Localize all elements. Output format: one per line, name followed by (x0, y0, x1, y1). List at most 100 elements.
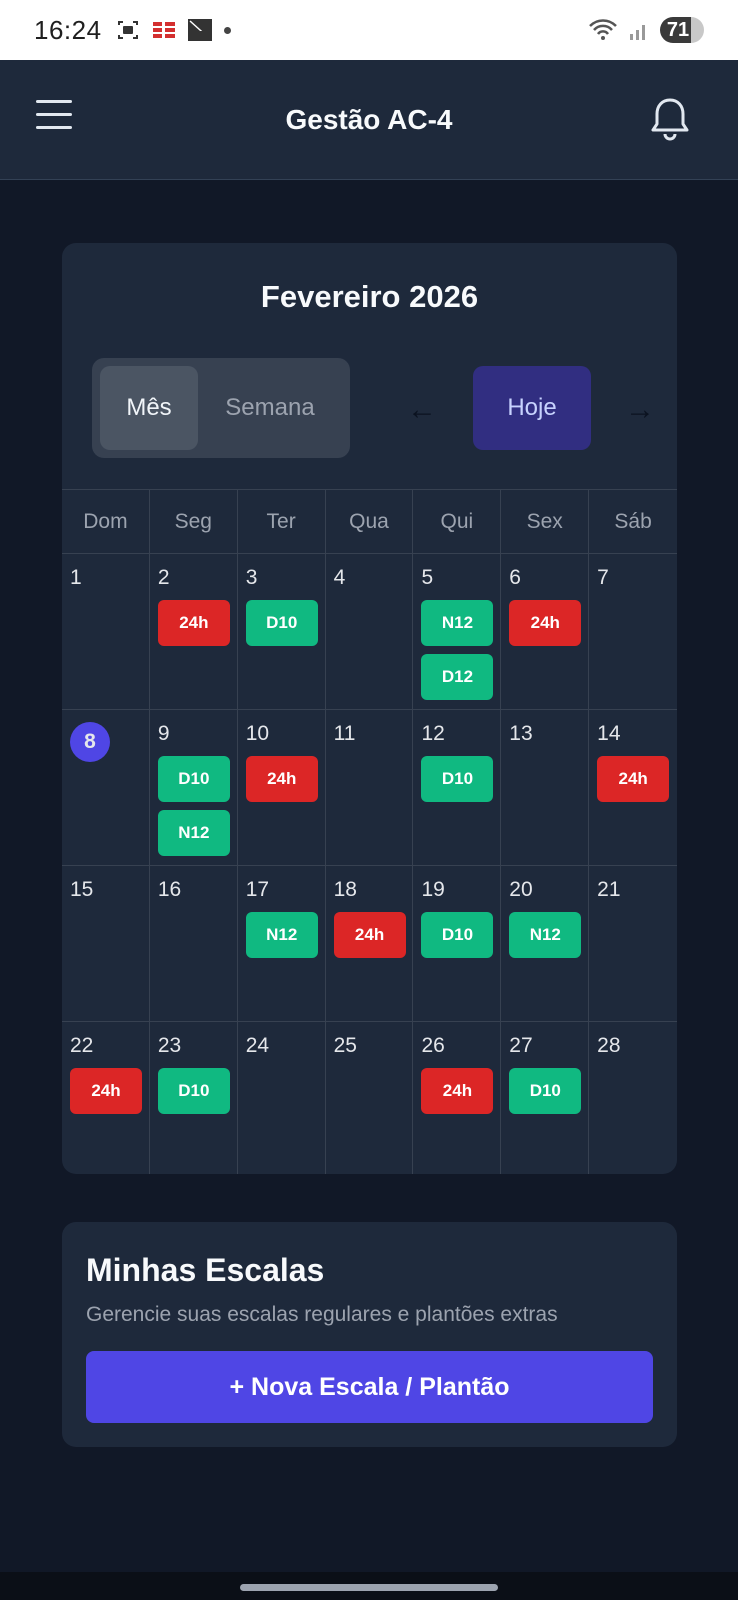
calendar-day-cell[interactable]: 1 (62, 554, 150, 709)
day-number: 17 (245, 878, 270, 901)
calendar-grid: Dom Seg Ter Qua Qui Sex Sáb 1 2 24h 3 D10 4 5 N12 D12 6… (62, 489, 677, 1174)
weekday-label: Sáb (614, 509, 652, 533)
calendar-day-cell[interactable]: 15 (62, 866, 150, 1021)
calendar-day-cell[interactable]: 27 D10 (501, 1022, 590, 1174)
shift-badge[interactable]: D10 (421, 756, 494, 802)
weekday-header: Dom Seg Ter Qua Qui Sex Sáb (62, 490, 677, 553)
calendar-day-cell[interactable]: 28 (589, 1022, 677, 1174)
day-number: 22 (70, 1034, 94, 1057)
status-notification-icons (116, 19, 231, 41)
calendar-day-cell[interactable]: 7 (589, 554, 677, 709)
day-number: 9 (157, 722, 170, 745)
shift-badge[interactable]: 24h (333, 912, 406, 958)
day-number: 26 (421, 1034, 445, 1057)
calendar-card: Fevereiro 2026 Mês Semana ← Hoje → Dom Se… (62, 243, 677, 1174)
shift-badge[interactable]: N12 (421, 600, 494, 646)
calendar-day-cell[interactable]: 21 (589, 866, 677, 1021)
weekday-label: Qua (326, 490, 414, 553)
shift-badge[interactable]: 24h (70, 1068, 142, 1114)
escalas-subtitle: Gerencie suas escalas regulares e plantõ… (86, 1303, 558, 1326)
day-number: 24 (245, 1034, 270, 1057)
day-number: 12 (421, 722, 445, 745)
shift-badge[interactable]: 24h (509, 600, 582, 646)
more-notifications-dot (223, 26, 231, 34)
day-number: 3 (245, 566, 258, 589)
today-day-number: 8 (70, 722, 110, 762)
day-number: 28 (597, 1034, 621, 1057)
calendar-weeks: 1 2 24h 3 D10 4 5 N12 D12 6 24h 7 8 9 D10 N12 10 24h 11 12 D… (62, 553, 677, 1174)
day-number: 27 (509, 1034, 533, 1057)
day-number: 7 (597, 566, 609, 589)
escalas-title: Minhas Escalas (86, 1252, 325, 1288)
calendar-day-cell[interactable]: 26 24h (413, 1022, 502, 1174)
calendar-day-cell[interactable]: 12 D10 (413, 710, 502, 865)
calendar-day-cell[interactable]: 17 N12 (238, 866, 326, 1021)
escalas-card: Minhas Escalas Gerencie suas escalas reg… (62, 1222, 677, 1447)
calendar-week-row: 1 2 24h 3 D10 4 5 N12 D12 6 24h 7 (62, 553, 677, 709)
prev-month-button[interactable]: ← (407, 393, 437, 427)
day-number: 19 (421, 878, 445, 901)
shift-badge[interactable]: 24h (421, 1068, 494, 1114)
calendar-day-cell[interactable]: 8 (62, 710, 150, 865)
shift-badge[interactable]: 24h (245, 756, 318, 802)
calendar-day-cell[interactable]: 6 24h (501, 554, 590, 709)
hamburger-menu-icon[interactable] (36, 100, 72, 136)
calendar-week-row: 8 9 D10 N12 10 24h 11 12 D10 13 14 24h (62, 709, 677, 865)
shift-badge[interactable]: 24h (597, 756, 670, 802)
calendar-day-cell[interactable]: 19 D10 (413, 866, 502, 1021)
weekday-label: Ter (238, 490, 326, 553)
day-number: 16 (157, 878, 182, 901)
month-title: Fevereiro 2026 (260, 279, 479, 314)
calendar-day-cell[interactable]: 25 (326, 1022, 414, 1174)
shift-badge[interactable]: D10 (245, 600, 318, 646)
calendar-day-cell[interactable]: 2 24h (150, 554, 238, 709)
status-bar: 16:24 71 (0, 0, 738, 60)
calendar-day-cell[interactable]: 4 (326, 554, 414, 709)
day-number: 5 (421, 566, 434, 589)
shift-badge[interactable]: D12 (421, 654, 494, 700)
xp-app-icon (187, 19, 212, 41)
shift-badge[interactable]: 24h (157, 600, 230, 646)
calendar-day-cell[interactable]: 11 (326, 710, 414, 865)
calendar-day-cell[interactable]: 10 24h (238, 710, 326, 865)
view-month-button[interactable]: Mês (100, 366, 198, 450)
calendar-day-cell[interactable]: 24 (238, 1022, 326, 1174)
shift-badge[interactable]: D10 (421, 912, 494, 958)
view-week-button[interactable]: Semana (198, 366, 342, 450)
day-number: 14 (597, 722, 621, 745)
shift-badge[interactable]: N12 (509, 912, 582, 958)
wifi-icon (589, 19, 617, 40)
home-gesture-handle[interactable] (240, 1584, 498, 1591)
weekday-label: Dom (62, 490, 150, 553)
calendar-day-cell[interactable]: 5 N12 D12 (413, 554, 502, 709)
day-number: 15 (70, 878, 94, 901)
calendar-day-cell[interactable]: 9 D10 N12 (150, 710, 238, 865)
shift-badge[interactable]: D10 (509, 1068, 582, 1114)
calendar-week-row: 22 24h 23 D10 24 25 26 24h 27 D10 28 (62, 1021, 677, 1174)
day-number: 23 (157, 1034, 182, 1057)
calendar-day-cell[interactable]: 22 24h (62, 1022, 150, 1174)
next-month-button[interactable]: → (625, 393, 655, 427)
calendar-day-cell[interactable]: 18 24h (326, 866, 414, 1021)
shift-badge[interactable]: D10 (157, 1068, 230, 1114)
shift-badge[interactable]: D10 (157, 756, 230, 802)
day-number: 13 (509, 722, 533, 745)
calendar-day-cell[interactable]: 23 D10 (150, 1022, 238, 1174)
calendar-day-cell[interactable]: 3 D10 (238, 554, 326, 709)
calendar-day-cell[interactable]: 16 (150, 866, 238, 1021)
calendar-day-cell[interactable]: 14 24h (589, 710, 677, 865)
calendar-week-row: 15 16 17 N12 18 24h 19 D10 20 N12 21 (62, 865, 677, 1021)
app-title: Gestão AC-4 (285, 103, 453, 135)
signal-icon (630, 25, 645, 40)
day-number: 6 (509, 566, 521, 589)
battery-indicator: 71 (660, 17, 704, 43)
shift-badge[interactable]: N12 (157, 810, 230, 856)
day-number: 4 (333, 566, 346, 589)
new-escala-button[interactable]: + Nova Escala / Plantão (86, 1351, 653, 1423)
calendar-day-cell[interactable]: 20 N12 (501, 866, 590, 1021)
today-button[interactable]: Hoje (473, 366, 591, 450)
bell-icon[interactable] (648, 96, 692, 142)
shift-badge[interactable]: N12 (245, 912, 318, 958)
calendar-day-cell[interactable]: 13 (501, 710, 590, 865)
app-header: Gestão AC-4 (0, 60, 738, 180)
